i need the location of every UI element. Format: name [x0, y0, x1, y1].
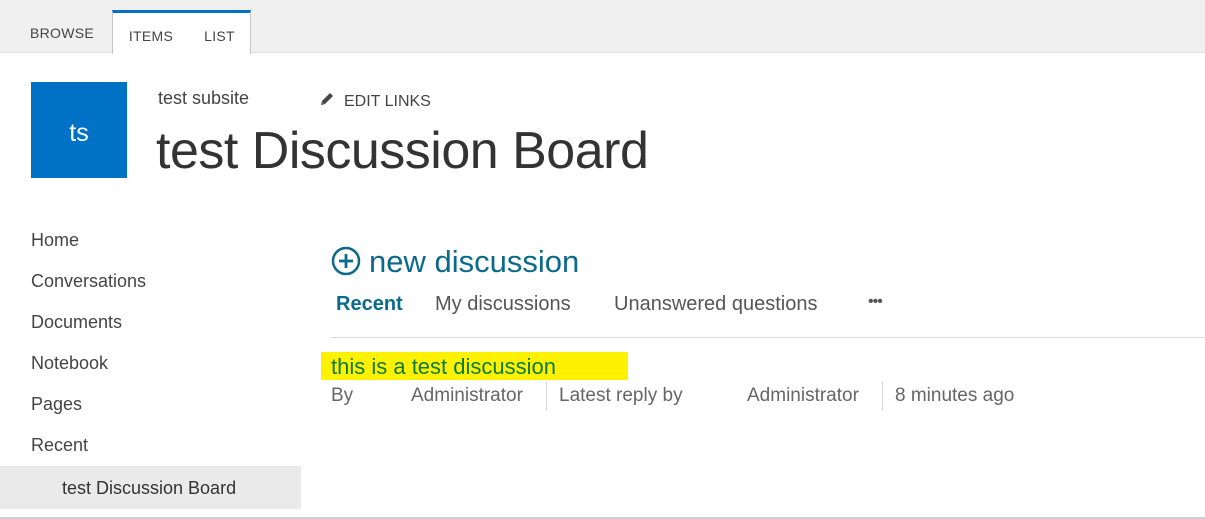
tab-list[interactable]: LIST [189, 10, 251, 54]
filter-recent[interactable]: Recent [336, 293, 403, 316]
latest-reply-label: Latest reply by [559, 385, 683, 406]
edit-links-button[interactable]: EDIT LINKS [318, 90, 431, 113]
latest-reply-author-link[interactable]: Administrator [747, 385, 859, 407]
edit-links-label: EDIT LINKS [344, 92, 431, 110]
nav-item-conversations[interactable]: Conversations [31, 271, 146, 292]
new-discussion-label: new discussion [369, 244, 580, 279]
tab-items[interactable]: ITEMS [112, 10, 190, 54]
nav-item-recent[interactable]: Recent [31, 435, 88, 456]
author-link[interactable]: Administrator [411, 385, 523, 407]
more-filters-ellipsis-icon[interactable]: ••• [868, 293, 883, 311]
nav-item-notebook[interactable]: Notebook [31, 353, 108, 374]
pencil-icon [318, 90, 336, 113]
meta-separator [546, 382, 547, 410]
meta-separator [882, 382, 883, 410]
filter-my-discussions[interactable]: My discussions [435, 293, 571, 316]
by-label: By [331, 385, 354, 406]
nav-item-documents[interactable]: Documents [31, 312, 122, 333]
nav-item-test-discussion-board[interactable]: test Discussion Board [0, 466, 301, 509]
site-logo[interactable]: ts [31, 82, 127, 178]
nav-item-pages[interactable]: Pages [31, 394, 82, 415]
reply-time: 8 minutes ago [895, 385, 1015, 406]
ribbon: BROWSE ITEMS LIST [0, 0, 1205, 54]
filter-divider [331, 337, 1205, 338]
new-discussion-button[interactable]: new discussion [331, 240, 579, 284]
subsite-breadcrumb[interactable]: test subsite [158, 88, 249, 109]
tab-browse[interactable]: BROWSE [17, 10, 107, 53]
discussion-title-link[interactable]: this is a test discussion [321, 352, 628, 380]
filter-unanswered-questions[interactable]: Unanswered questions [614, 293, 817, 316]
plus-circle-icon [331, 240, 369, 284]
page-title: test Discussion Board [156, 122, 649, 180]
nav-item-home[interactable]: Home [31, 230, 79, 251]
